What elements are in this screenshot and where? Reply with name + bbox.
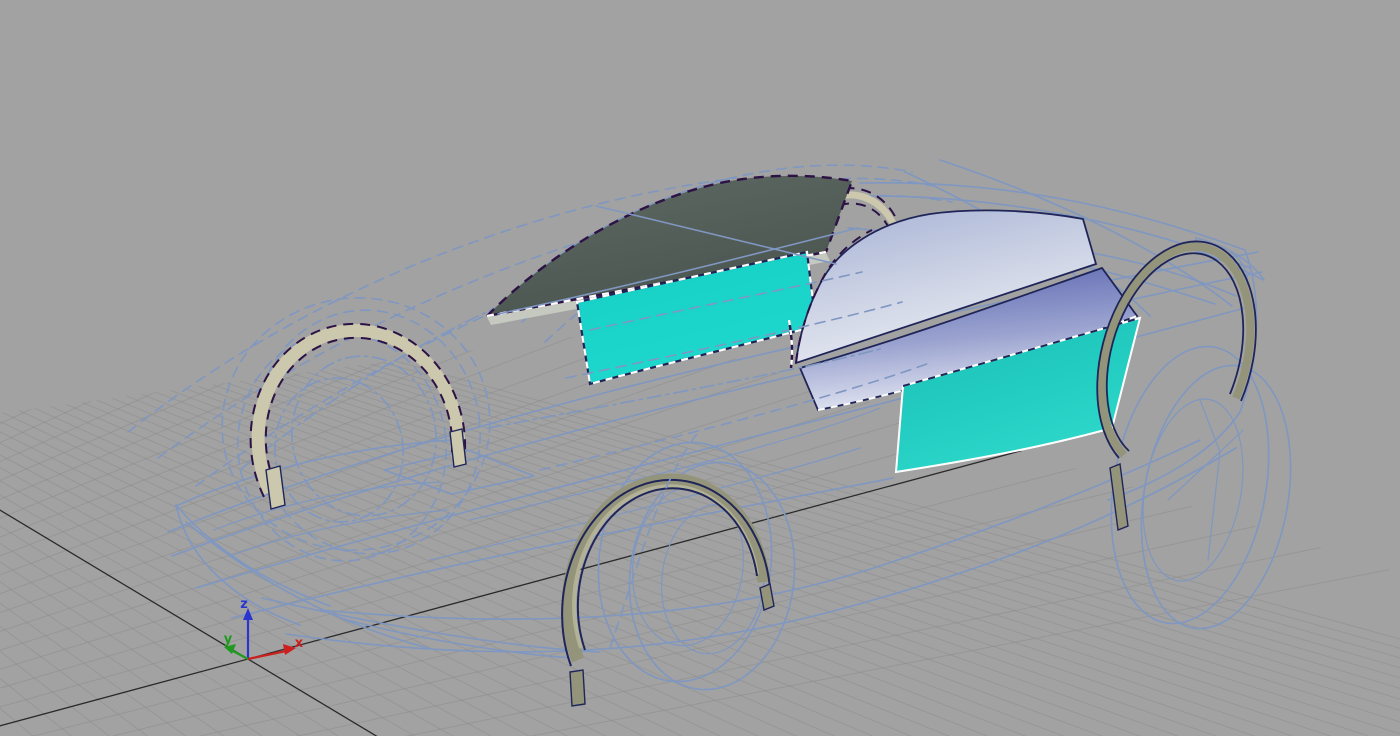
arch-end-cap [570, 670, 585, 706]
3d-modeling-viewport[interactable]: z y x [0, 0, 1400, 736]
x-axis-label: x [295, 636, 304, 651]
viewport-canvas[interactable]: z y x [0, 0, 1400, 736]
z-axis-label: z [240, 597, 248, 612]
y-axis-label: y [224, 632, 233, 647]
